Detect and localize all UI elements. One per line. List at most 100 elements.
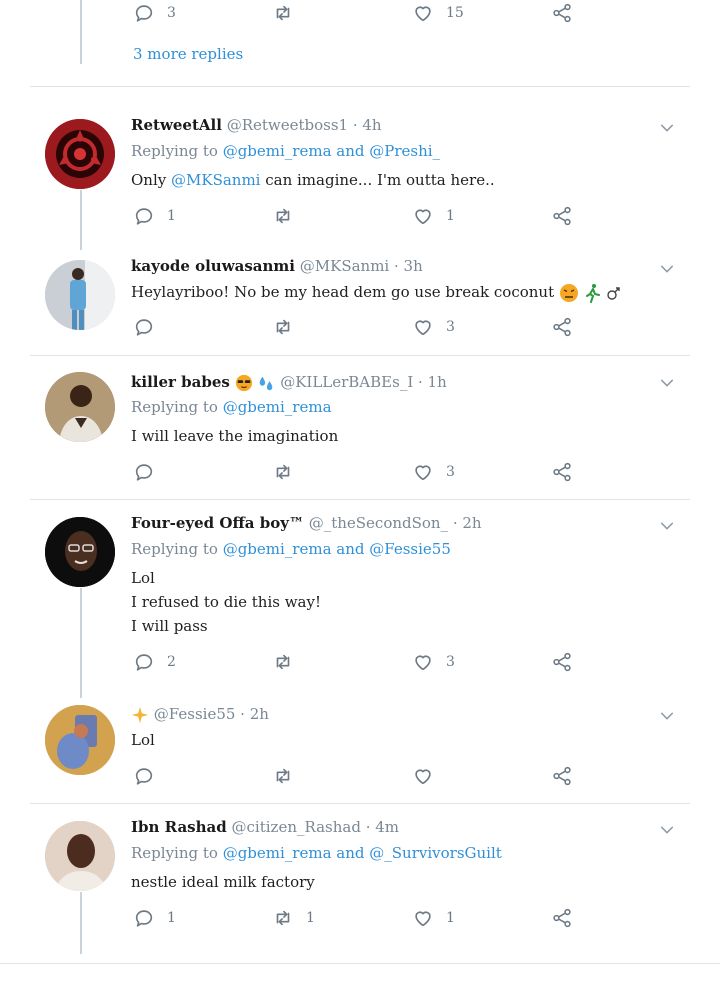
tweet-text-line: I refused to die this way! xyxy=(131,593,322,611)
reply-action[interactable] xyxy=(133,765,155,787)
running-man-emoji-icon xyxy=(585,284,600,303)
thread-line xyxy=(80,190,82,250)
thread-line xyxy=(80,588,82,698)
person-avatar-image xyxy=(45,517,115,587)
share-action[interactable] xyxy=(551,907,573,929)
display-name[interactable]: Four-eyed Offa boy™ xyxy=(131,514,304,532)
replying-to: Replying to @gbemi_rema and @Preshi_ xyxy=(131,142,440,160)
replying-to: Replying to @gbemi_rema and @_SurvivorsG… xyxy=(131,844,502,862)
like-action[interactable]: 3 xyxy=(412,316,455,338)
retweet-action[interactable]: 1 xyxy=(272,907,315,929)
like-count: 3 xyxy=(446,319,455,335)
sparkle-emoji-icon xyxy=(131,706,149,724)
handle-time[interactable]: @MKSanmi · 3h xyxy=(300,257,423,275)
tweet-text: I will leave the imagination xyxy=(131,427,339,445)
reply-icon xyxy=(133,907,155,929)
like-action[interactable]: 1 xyxy=(412,205,455,227)
thread-line xyxy=(80,892,82,954)
replying-to-users[interactable]: @gbemi_rema xyxy=(223,398,332,416)
replying-prefix: Replying to xyxy=(131,540,223,558)
share-icon xyxy=(551,205,573,227)
more-replies-link[interactable]: 3 more replies xyxy=(133,45,243,63)
person-avatar-image xyxy=(45,260,115,330)
mention-link[interactable]: @MKSanmi xyxy=(171,171,260,189)
share-action[interactable] xyxy=(551,316,573,338)
share-action[interactable] xyxy=(551,461,573,483)
like-action[interactable]: 1 xyxy=(412,907,455,929)
like-action[interactable]: 3 xyxy=(412,461,455,483)
chevron-down-icon[interactable] xyxy=(660,519,674,533)
angry-face-emoji-icon xyxy=(559,284,578,302)
chevron-down-icon[interactable] xyxy=(660,262,674,276)
sunglasses-emoji-icon xyxy=(235,374,252,392)
retweet-action[interactable] xyxy=(272,461,294,483)
chevron-down-icon[interactable] xyxy=(660,709,674,723)
retweet-action[interactable] xyxy=(272,765,294,787)
like-count: 15 xyxy=(446,5,464,21)
replying-to-users[interactable]: @gbemi_rema and @Fessie55 xyxy=(223,540,451,558)
chevron-down-icon[interactable] xyxy=(660,376,674,390)
like-action[interactable]: 15 xyxy=(412,2,464,24)
share-action[interactable] xyxy=(551,2,573,24)
retweet-icon xyxy=(272,461,294,483)
reply-action[interactable] xyxy=(133,461,155,483)
reply-action[interactable] xyxy=(133,316,155,338)
like-icon xyxy=(412,2,434,24)
share-action[interactable] xyxy=(551,765,573,787)
reply-count: 3 xyxy=(167,5,176,21)
reply-action[interactable]: 2 xyxy=(133,651,176,673)
like-action[interactable] xyxy=(412,765,434,787)
chevron-down-icon[interactable] xyxy=(660,121,674,135)
avatar[interactable] xyxy=(45,372,115,442)
reply-icon xyxy=(133,651,155,673)
share-icon xyxy=(551,461,573,483)
tweet-text-line: Lol xyxy=(131,569,155,587)
avatar[interactable] xyxy=(45,705,115,775)
person-avatar-image xyxy=(45,705,115,775)
handle-time[interactable]: @KILLerBABEs_I · 1h xyxy=(280,373,447,391)
handle-time[interactable]: @Retweetboss1 · 4h xyxy=(227,116,382,134)
retweet-icon xyxy=(272,651,294,673)
retweet-count: 1 xyxy=(306,910,315,926)
handle-time[interactable]: @_theSecondSon_ · 2h xyxy=(309,514,482,532)
handle-time[interactable]: @citizen_Rashad · 4m xyxy=(232,818,400,836)
reply-action[interactable]: 1 xyxy=(133,205,176,227)
retweet-action[interactable] xyxy=(272,2,294,24)
reply-count: 1 xyxy=(167,910,176,926)
person-avatar-image xyxy=(45,372,115,442)
reply-icon xyxy=(133,461,155,483)
replying-to-users[interactable]: @gbemi_rema and @_SurvivorsGuilt xyxy=(223,844,502,862)
avatar[interactable] xyxy=(45,517,115,587)
avatar[interactable] xyxy=(45,260,115,330)
display-name[interactable]: kayode oluwasanmi xyxy=(131,257,295,275)
tweet-header: kayode oluwasanmi @MKSanmi · 3h xyxy=(131,257,423,275)
display-name[interactable]: Ibn Rashad xyxy=(131,818,227,836)
replying-to-users[interactable]: @gbemi_rema and @Preshi_ xyxy=(223,142,440,160)
avatar[interactable] xyxy=(45,821,115,891)
reply-icon xyxy=(133,765,155,787)
retweet-action[interactable] xyxy=(272,651,294,673)
share-icon xyxy=(551,765,573,787)
handle-time[interactable]: @Fessie55 · 2h xyxy=(154,705,269,723)
like-icon xyxy=(412,461,434,483)
thread-line xyxy=(80,0,82,64)
person-avatar-image xyxy=(45,821,115,891)
chevron-down-icon[interactable] xyxy=(660,823,674,837)
divider xyxy=(0,963,720,964)
display-name[interactable]: killer babes xyxy=(131,373,230,391)
tweet-header: Ibn Rashad @citizen_Rashad · 4m xyxy=(131,818,399,836)
retweet-action[interactable] xyxy=(272,316,294,338)
display-name[interactable]: RetweetAll xyxy=(131,116,222,134)
reply-action[interactable]: 1 xyxy=(133,907,176,929)
share-action[interactable] xyxy=(551,651,573,673)
share-action[interactable] xyxy=(551,205,573,227)
share-icon xyxy=(551,651,573,673)
like-action[interactable]: 3 xyxy=(412,651,455,673)
reply-action[interactable]: 3 xyxy=(133,2,176,24)
avatar[interactable] xyxy=(45,119,115,189)
droplets-emoji-icon xyxy=(260,376,273,391)
retweet-action[interactable] xyxy=(272,205,294,227)
retweet-icon xyxy=(272,205,294,227)
reply-icon xyxy=(133,2,155,24)
sharingan-avatar-image xyxy=(45,119,115,189)
